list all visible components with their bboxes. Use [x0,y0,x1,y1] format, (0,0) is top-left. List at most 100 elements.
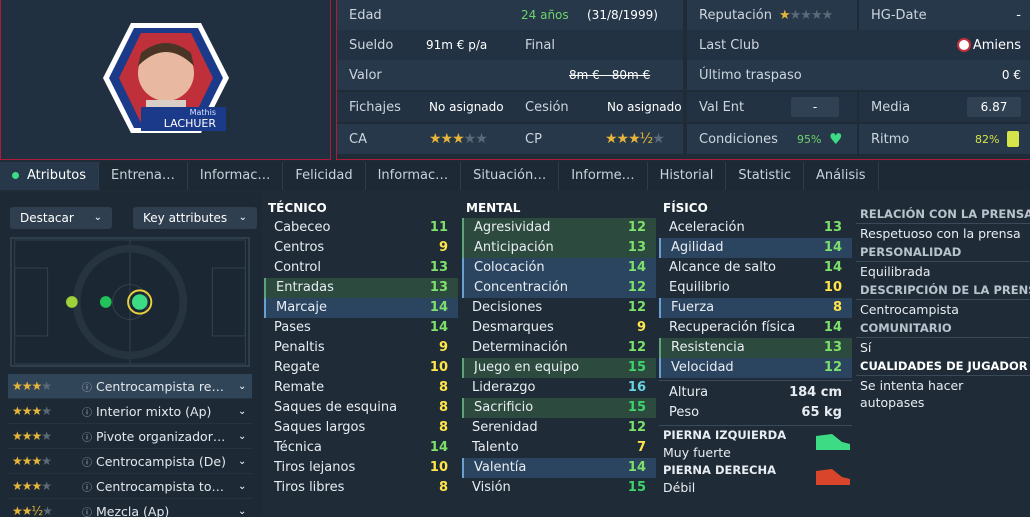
attribute-row[interactable]: Control 13 [264,258,458,278]
attribute-row[interactable]: Concentración 12 [462,278,656,298]
attribute-row[interactable]: Regate 10 [264,358,458,378]
attribute-row[interactable]: Saques largos 8 [264,418,458,438]
condition-value: 95% [797,132,822,146]
attribute-value: 12 [823,360,842,375]
info-icon[interactable]: ⓘ [82,379,96,394]
weight-row: Peso 65 kg [659,403,852,423]
attribute-row[interactable]: Aceleración 13 [659,218,852,238]
chevron-down-icon[interactable]: ⌄ [238,406,252,417]
attribute-row[interactable]: Colocación 14 [462,258,656,278]
info-icon[interactable]: ⓘ [82,504,96,517]
cp-stars: ★★★½★ [605,131,665,147]
attribute-name: Talento [472,440,519,455]
key-attributes-dropdown[interactable]: Key attributes ⌄ [133,207,257,229]
tab-report[interactable]: Informe… [559,162,648,190]
role-item[interactable]: ★★★★ ⓘ Centrocampista to… ⌄ [8,474,252,499]
attribute-value: 12 [627,280,646,295]
attribute-name: Aceleración [669,220,745,235]
attribute-row[interactable]: Técnica 14 [264,438,458,458]
heart-icon: ♥ [829,130,843,148]
role-item[interactable]: ★★★★ ⓘ Interior mixto (Ap) ⌄ [8,399,252,424]
tab-statistic[interactable]: Statistic [726,162,805,190]
attribute-row[interactable]: Valentía 14 [462,458,656,478]
tab-analysis[interactable]: Análisis [804,162,879,190]
role-item[interactable]: ★★★★ ⓘ Centrocampista (De) ⌄ [8,449,252,474]
attribute-row[interactable]: Marcaje 14 [264,298,458,318]
tab-info-2[interactable]: Informac… [366,162,462,190]
club-crest-icon [957,38,971,52]
reputation-stars: ★★★★★ [779,7,833,23]
side-info: RELACIÓN CON LA PRENSA Respetuoso con la… [856,205,1030,412]
attribute-row[interactable]: Centros 9 [264,238,458,258]
attribute-row[interactable]: Fuerza 8 [659,298,852,318]
last-club-value[interactable]: Amiens [973,38,1021,53]
press-value: Respetuoso con la prensa [860,226,1021,241]
highlight-dropdown[interactable]: Destacar ⌄ [10,207,112,229]
attribute-row[interactable]: Talento 7 [462,438,656,458]
attribute-row[interactable]: Liderazgo 16 [462,378,656,398]
attribute-row[interactable]: Agresividad 12 [462,218,656,238]
chevron-down-icon[interactable]: ⌄ [238,456,252,467]
attribute-value: 13 [823,340,842,355]
role-item[interactable]: ★★★★ ⓘ Pivote organizador… ⌄ [8,424,252,449]
tab-info[interactable]: Informac… [188,162,284,190]
chevron-down-icon[interactable]: ⌄ [238,481,252,492]
attribute-row[interactable]: Anticipación 13 [462,238,656,258]
attribute-name: Decisiones [472,300,543,315]
attribute-row[interactable]: Alcance de salto 14 [659,258,852,278]
attribute-row[interactable]: Penaltis 9 [264,338,458,358]
tab-happiness[interactable]: Felicidad [283,162,366,190]
ability-row: CA ★★★★★ CP ★★★½★ [337,124,683,154]
attribute-row[interactable]: Tiros libres 8 [264,478,458,498]
tab-history[interactable]: Historial [648,162,727,190]
attribute-row[interactable]: Visión 15 [462,478,656,498]
player-name-plate: Mathis LACHUER [141,107,226,131]
role-item[interactable]: ★★½★ ⓘ Mezcla (Ap) ⌄ [8,499,252,517]
age-label: Edad [349,7,382,23]
attribute-value: 14 [429,320,448,335]
attribute-row[interactable]: Cabeceo 11 [264,218,458,238]
info-icon[interactable]: ⓘ [82,429,96,444]
role-name: Centrocampista (De) [96,453,226,469]
attribute-row[interactable]: Remate 8 [264,378,458,398]
info-icon[interactable]: ⓘ [82,404,96,419]
chevron-down-icon[interactable]: ⌄ [238,506,252,517]
wage-label: Sueldo [349,37,394,53]
attribute-row[interactable]: Agilidad 14 [659,238,852,258]
attribute-row[interactable]: Equilibrio 10 [659,278,852,298]
chevron-down-icon[interactable]: ⌄ [238,431,252,442]
role-item[interactable]: ★★★★ ⓘ Centrocampista re… ⌄ [8,374,252,399]
attribute-row[interactable]: Serenidad 12 [462,418,656,438]
attribute-row[interactable]: Decisiones 12 [462,298,656,318]
tab-attributes[interactable]: Atributos [0,162,100,190]
attribute-row[interactable]: Determinación 12 [462,338,656,358]
final-label: Final [525,37,555,53]
tab-training[interactable]: Entrena… [99,162,188,190]
info-icon[interactable]: ⓘ [82,454,96,469]
tab-situation[interactable]: Situación… [461,162,560,190]
attribute-row[interactable]: Recuperación física 14 [659,318,852,338]
attribute-value: 10 [429,360,448,375]
attribute-row[interactable]: Entradas 13 [264,278,458,298]
attribute-name: Colocación [474,260,545,275]
player-info-panel: Edad 24 años (31/8/1999) Sueldo 91m € p/… [336,0,1030,160]
info-icon[interactable]: ⓘ [82,479,96,494]
role-stars: ★★★★ [12,429,52,443]
cesion-value: No asignado [607,100,682,114]
position-marker-dm [66,296,78,308]
attribute-row[interactable]: Juego en equipo 15 [462,358,656,378]
age-value: 24 años [521,8,569,22]
chevron-down-icon[interactable]: ⌄ [238,381,252,392]
attribute-row[interactable]: Tiros lejanos 10 [264,458,458,478]
personality-header: PERSONALIDAD [856,243,1030,262]
attribute-row[interactable]: Resistencia 13 [659,338,852,358]
tab-bar: Atributos Entrena… Informac… Felicidad I… [0,162,1030,190]
attribute-row[interactable]: Pases 14 [264,318,458,338]
attribute-row[interactable]: Saques de esquina 8 [264,398,458,418]
attribute-name: Pases [274,320,311,335]
attribute-row[interactable]: Desmarques 9 [462,318,656,338]
rhythm-value: 82% [975,132,1000,146]
attribute-row[interactable]: Velocidad 12 [659,358,852,378]
last-club-label: Last Club [699,37,760,53]
attribute-row[interactable]: Sacrificio 15 [462,398,656,418]
